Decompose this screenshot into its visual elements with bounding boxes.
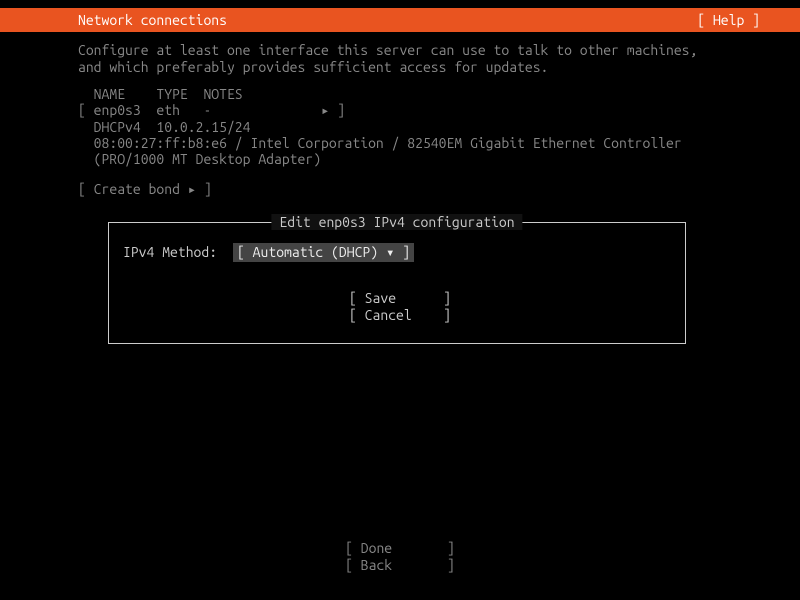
adapter-detail: (PRO/1000 MT Desktop Adapter) — [78, 151, 722, 167]
instruction-line: Configure at least one interface this se… — [78, 42, 722, 59]
ipv4-method-label: IPv4 Method: — [123, 244, 233, 260]
interface-row[interactable]: [ enp0s3 eth - ▸ ] — [78, 102, 722, 119]
ipv4-method-dropdown[interactable]: [ Automatic (DHCP) ▾ ] — [233, 243, 414, 262]
instructions: Configure at least one interface this se… — [78, 42, 722, 76]
footer: [ Done ] [ Back ] — [0, 540, 800, 574]
cancel-button[interactable]: [ Cancel ] — [349, 307, 671, 325]
create-bond-button[interactable]: [ Create bond ▸ ] — [78, 181, 722, 198]
back-button[interactable]: [ Back ] — [345, 557, 455, 574]
dialog-title: Edit enp0s3 IPv4 configuration — [271, 214, 522, 230]
instruction-line: and which preferably provides sufficient… — [78, 59, 722, 76]
header-bar: Network connections [ Help ] — [0, 8, 800, 32]
dhcp-detail: DHCPv4 10.0.2.15/24 — [78, 119, 722, 135]
ipv4-config-dialog: Edit enp0s3 IPv4 configuration IPv4 Meth… — [108, 222, 686, 344]
table-header: NAME TYPE NOTES — [78, 86, 722, 102]
done-button[interactable]: [ Done ] — [345, 540, 455, 557]
page-title: Network connections — [0, 12, 227, 28]
help-button[interactable]: [ Help ] — [697, 12, 800, 28]
save-button[interactable]: [ Save ] — [349, 290, 671, 308]
mac-detail: 08:00:27:ff:b8:e6 / Intel Corporation / … — [78, 135, 722, 151]
